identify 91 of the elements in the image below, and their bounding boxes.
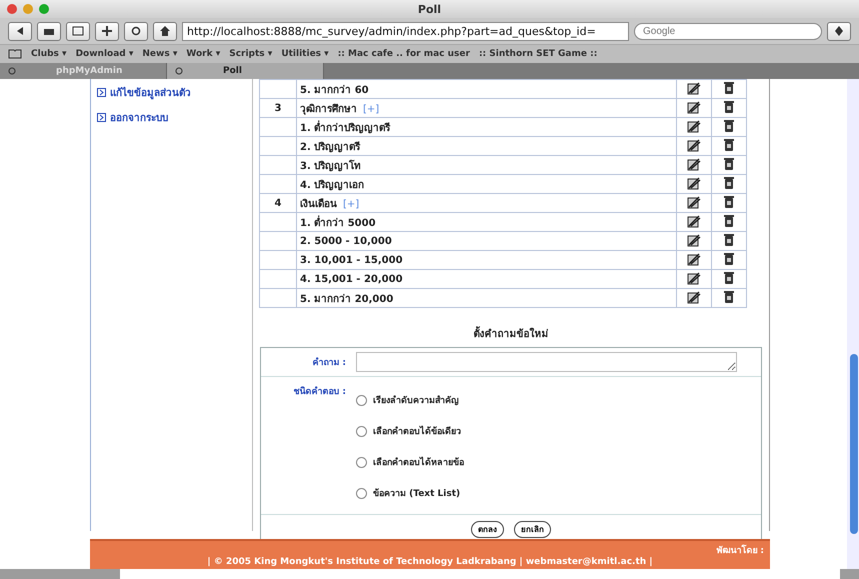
edit-icon[interactable] xyxy=(687,118,701,132)
image-button[interactable] xyxy=(66,22,90,40)
form-button[interactable]: ตกลง xyxy=(471,521,504,538)
radio-label: เลือกคำตอบได้ข้อเดียว xyxy=(373,424,461,438)
form-button[interactable]: ยกเลิก xyxy=(514,521,551,538)
question-text: เงินเดือน xyxy=(300,198,337,210)
radio-button[interactable] xyxy=(356,394,367,406)
answer-type-label: ชนิดคำตอบ : xyxy=(292,385,346,399)
trash-icon[interactable] xyxy=(724,233,734,246)
add-option-link[interactable]: [+] xyxy=(363,104,380,114)
scrollbar[interactable] xyxy=(847,79,859,569)
bookmark-link[interactable]: Download ▾ xyxy=(76,49,134,59)
sidebar-link[interactable]: แก้ไขข้อมูลส่วนตัว xyxy=(97,85,252,100)
option-text: 3. 10,001 - 15,000 xyxy=(300,254,403,266)
edit-icon[interactable] xyxy=(687,214,701,228)
question-field[interactable] xyxy=(356,352,737,372)
arrow-square-icon xyxy=(97,113,106,122)
option-text: 1. ต่ำกว่าปริญญาตรี xyxy=(300,122,390,134)
edit-icon[interactable] xyxy=(687,270,701,284)
number-cell: 3 xyxy=(260,98,296,118)
radio-label: เลือกคำตอบได้หลายข้อ xyxy=(373,456,464,469)
radio-label: เรียงลำดับความสำคัญ xyxy=(373,394,459,407)
book-icon[interactable] xyxy=(8,49,22,59)
edit-icon[interactable] xyxy=(687,194,701,208)
edit-icon[interactable] xyxy=(687,290,701,304)
trash-icon[interactable] xyxy=(724,119,734,132)
trash-icon[interactable] xyxy=(724,214,734,227)
bookmark-link[interactable]: Clubs ▾ xyxy=(31,49,67,59)
sidebar-link[interactable]: ออกจากระบบ xyxy=(97,110,252,125)
close-icon[interactable] xyxy=(175,67,183,75)
bookmark-button[interactable] xyxy=(827,22,851,40)
edit-icon[interactable] xyxy=(687,138,701,152)
browser-tab[interactable]: Poll xyxy=(167,63,324,79)
back-button[interactable] xyxy=(8,22,32,40)
printer-icon xyxy=(43,26,55,36)
edit-icon[interactable] xyxy=(687,80,701,94)
diamond-icon xyxy=(835,26,843,36)
window-title: Poll xyxy=(416,2,442,16)
frame-icon xyxy=(72,26,84,36)
option-text: 5. มากกว่า 60 xyxy=(300,84,369,96)
radio-label: ข้อความ (Text List) xyxy=(373,487,460,500)
address-field[interactable]: http://localhost:8888/mc_survey/admin/index.php?part=ad_ques&top_id= xyxy=(182,22,629,40)
radio-button[interactable] xyxy=(356,456,367,468)
trash-icon[interactable] xyxy=(724,271,734,284)
arrow-square-icon xyxy=(97,88,106,97)
bookmark-link[interactable]: Utilities ▾ xyxy=(281,49,329,59)
bookmark-link[interactable]: Scripts ▾ xyxy=(229,49,272,59)
trash-icon[interactable] xyxy=(724,195,734,208)
print-button[interactable] xyxy=(37,22,61,40)
close-icon[interactable] xyxy=(8,67,16,75)
question-label: คำถาม : xyxy=(311,356,346,370)
trash-icon[interactable] xyxy=(724,176,734,189)
bookmark-link[interactable]: Work ▾ xyxy=(186,49,220,59)
trash-icon[interactable] xyxy=(724,252,734,265)
edit-icon[interactable] xyxy=(687,156,701,170)
reload-button[interactable] xyxy=(124,22,148,40)
option-text: 4. 15,001 - 20,000 xyxy=(300,274,403,284)
option-text: 1. ต่ำกว่า 5000 xyxy=(300,218,376,228)
trash-icon[interactable] xyxy=(724,100,734,113)
question-text: วุฒิการศึกษา xyxy=(300,104,357,114)
option-text: 4. ปริญญาเอก xyxy=(300,180,364,190)
bookmark-link[interactable]: News ▾ xyxy=(142,49,178,59)
radio-button[interactable] xyxy=(356,488,367,498)
back-arrow-icon xyxy=(16,27,24,35)
option-text: 3. ปริญญาโท xyxy=(300,160,362,172)
option-text: 5. มากกว่า 20,000 xyxy=(300,294,394,304)
add-option-link[interactable]: [+] xyxy=(343,198,360,210)
edit-icon[interactable] xyxy=(687,100,701,114)
edit-icon[interactable] xyxy=(687,232,701,246)
window-controls-drawing[interactable] xyxy=(6,3,52,15)
form-title: ตั้งคำถามข้อใหม่ xyxy=(474,326,548,341)
number-cell: 4 xyxy=(260,194,296,212)
edit-icon[interactable] xyxy=(687,176,701,190)
bookmark-link[interactable]: :: Sinthorn SET Game :: xyxy=(478,49,598,59)
trash-icon[interactable] xyxy=(724,138,734,151)
developer-label: พัฒนาโดย : xyxy=(715,544,764,557)
option-text: 2. 5000 - 10,000 xyxy=(300,236,392,246)
home-icon xyxy=(160,26,170,36)
radio-button[interactable] xyxy=(356,426,367,436)
trash-icon[interactable] xyxy=(724,290,734,303)
option-text: 2. ปริญญาตรี xyxy=(300,142,360,152)
home-button[interactable] xyxy=(153,22,177,40)
bookmark-link[interactable]: :: Mac cafe .. for mac user xyxy=(338,49,470,59)
reload-icon xyxy=(131,26,141,36)
trash-icon[interactable] xyxy=(724,81,734,94)
add-button[interactable] xyxy=(95,22,119,40)
trash-icon[interactable] xyxy=(724,157,734,170)
copyright-text: | © 2005 King Mongkut's Institute of Technology Ladkrabang | webmaster@kmitl.ac.th | xyxy=(206,557,654,567)
plus-icon xyxy=(102,26,112,36)
search-field[interactable]: Google xyxy=(634,22,822,40)
edit-icon[interactable] xyxy=(687,252,701,266)
